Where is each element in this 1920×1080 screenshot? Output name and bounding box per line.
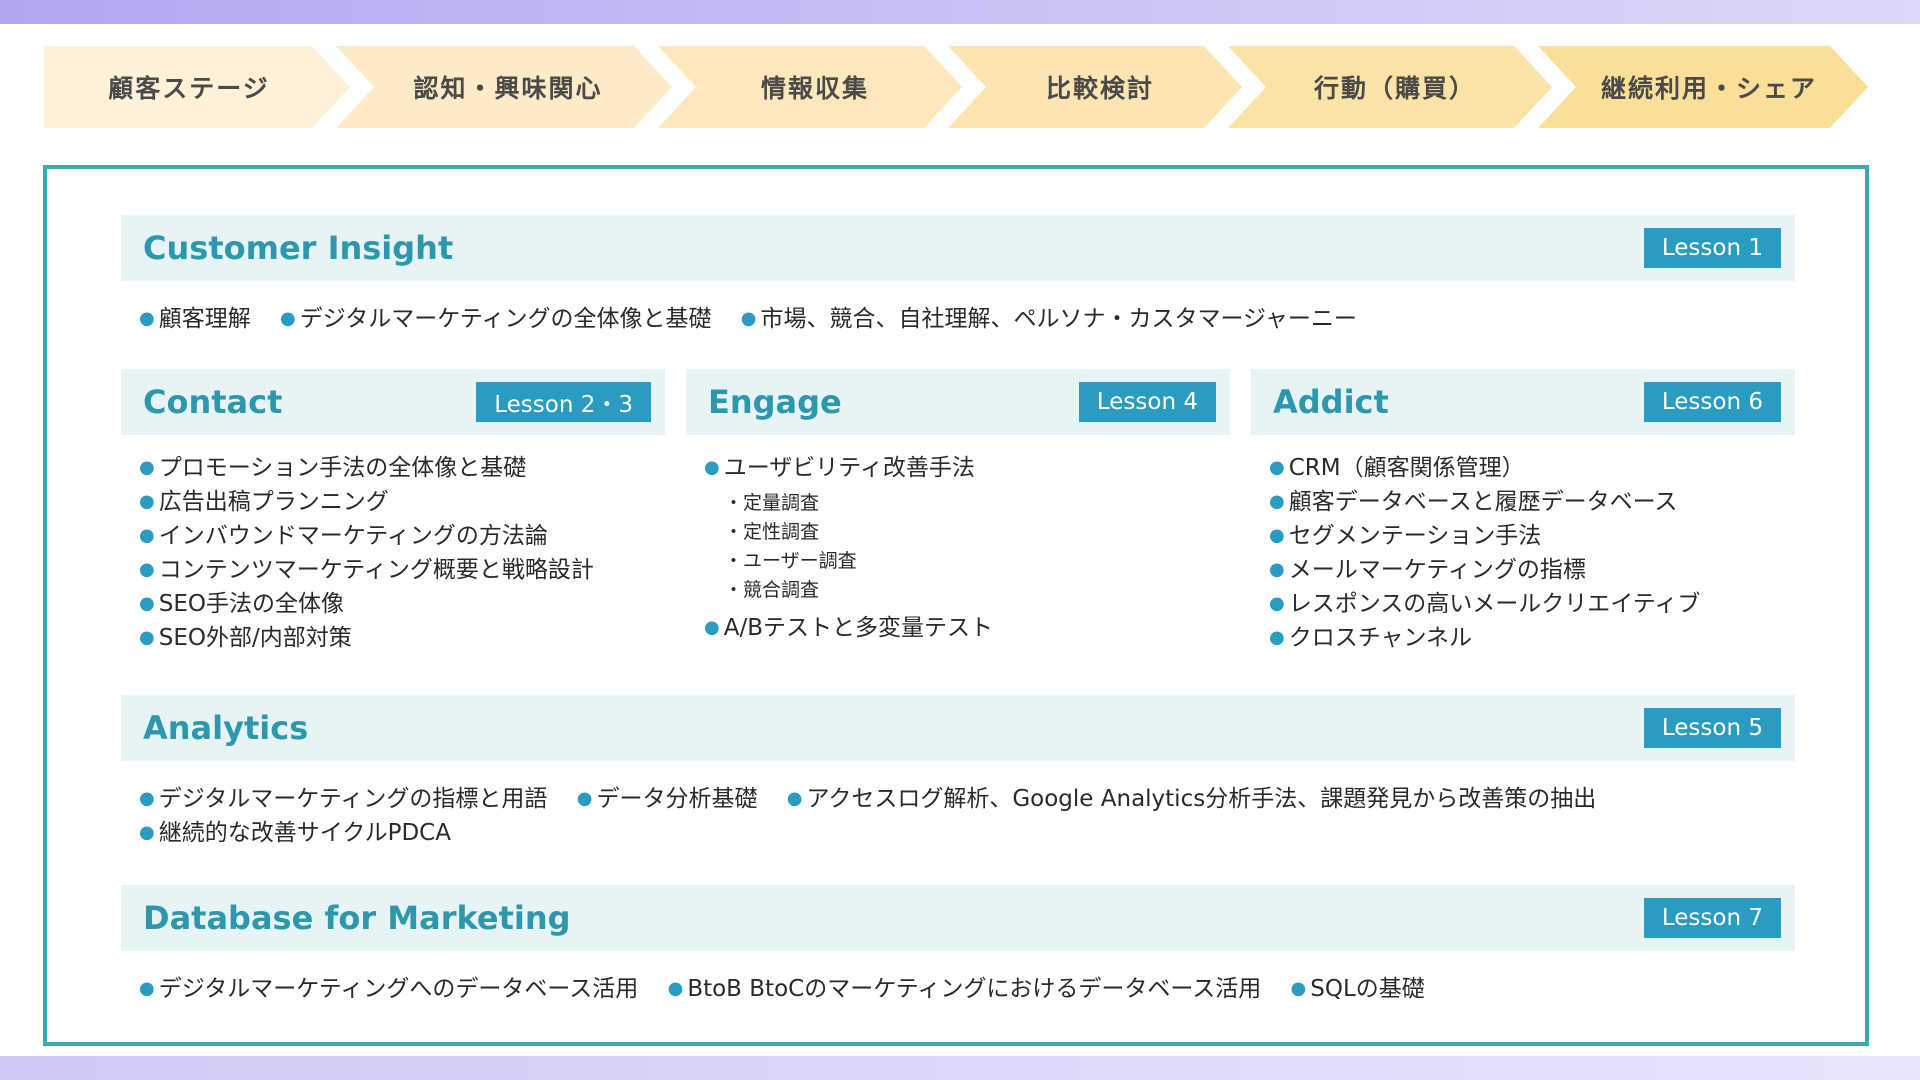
- section-title: Engage: [708, 383, 842, 421]
- bullet-dot-icon: ●: [1269, 525, 1285, 546]
- analytics-topics-row-1: ● デジタルマーケティングの指標と用語 ● データ分析基礎 ● アクセスログ解析、Go…: [139, 779, 1618, 813]
- bullet-dot-icon: ●: [139, 525, 155, 546]
- lesson-badge: Lesson 1: [1643, 228, 1781, 268]
- top-gradient-band: [0, 0, 1920, 24]
- section-title: Database for Marketing: [143, 899, 571, 937]
- topic-item: ● 市場、競合、自社理解、ペルソナ・カスタマージャーニー: [740, 306, 1357, 332]
- bullet-dot-icon: ●: [139, 559, 155, 580]
- customer-stage-bar: 顧客ステージ 認知・興味関心 情報収集 比較検討 行動（購買） 継続利用・シェア: [44, 46, 1868, 128]
- topic-item: ● デジタルマーケティングの全体像と基礎: [280, 306, 712, 332]
- section-title: Customer Insight: [143, 229, 454, 267]
- list-item: ● セグメンテーション手法: [1269, 523, 1542, 549]
- bullet-dot-icon: ●: [667, 978, 684, 999]
- section-title: Contact: [143, 383, 283, 421]
- section-title: Addict: [1273, 383, 1389, 421]
- topic-item: ● 継続的な改善サイクルPDCA: [139, 820, 451, 846]
- bullet-dot-icon: ●: [139, 593, 155, 614]
- contact-topic-list: ● プロモーション手法の全体像と基礎 ● 広告出稿プランニング ● インバウンドマーケ…: [139, 451, 594, 655]
- bullet-dot-icon: ●: [1290, 978, 1307, 999]
- lesson-badge: Lesson 4: [1078, 382, 1216, 422]
- stage-label-awareness: 認知・興味関心: [413, 74, 603, 103]
- stage-label-customer-stage: 顧客ステージ: [108, 74, 270, 103]
- bullet-dot-icon: ●: [1269, 559, 1285, 580]
- lesson-badge: Lesson 2・3: [476, 382, 651, 422]
- bullet-dot-icon: ●: [576, 788, 593, 809]
- list-item: ● レスポンスの高いメールクリエイティブ: [1269, 591, 1701, 617]
- stage-label-action-purchase: 行動（購買）: [1313, 74, 1476, 103]
- topic-item: ● 顧客理解: [139, 306, 251, 332]
- curriculum-panel: Customer Insight Lesson 1 ● 顧客理解 ● デジタルマーケ…: [43, 165, 1869, 1046]
- bullet-dot-icon: ●: [1269, 491, 1285, 512]
- list-item: ● A/Bテストと多変量テスト: [704, 615, 993, 641]
- sub-list-item: ・定性調査: [724, 521, 820, 543]
- bullet-dot-icon: ●: [704, 617, 720, 638]
- list-item: ● メールマーケティングの指標: [1269, 557, 1586, 583]
- bullet-dot-icon: ●: [139, 491, 155, 512]
- lesson-badge: Lesson 6: [1643, 382, 1781, 422]
- bullet-dot-icon: ●: [704, 457, 720, 478]
- list-item: ● 顧客データベースと履歴データベース: [1269, 489, 1678, 515]
- section-header-engage: Engage Lesson 4: [686, 369, 1230, 435]
- lesson-badge: Lesson 7: [1643, 898, 1781, 938]
- list-item: ● プロモーション手法の全体像と基礎: [139, 455, 527, 481]
- topic-item: ● デジタルマーケティングの指標と用語: [139, 786, 548, 812]
- bullet-dot-icon: ●: [1269, 627, 1285, 648]
- sub-list-container: ・定量調査 ・定性調査 ・ユーザー調査 ・競合調査: [704, 489, 993, 605]
- list-item: ● CRM（顧客関係管理）: [1269, 455, 1525, 481]
- stage-label-continued-use-share: 継続利用・シェア: [1600, 74, 1817, 103]
- engage-subtopic-list: ・定量調査 ・定性調査 ・ユーザー調査 ・競合調査: [724, 489, 993, 605]
- section-header-addict: Addict Lesson 6: [1251, 369, 1795, 435]
- list-item: ● 広告出稿プランニング: [139, 489, 389, 515]
- bullet-dot-icon: ●: [740, 308, 757, 329]
- bullet-dot-icon: ●: [139, 457, 155, 478]
- customer-insight-topics: ● 顧客理解 ● デジタルマーケティングの全体像と基礎 ● 市場、競合、自社理解、ペル…: [139, 299, 1379, 333]
- section-title: Analytics: [143, 709, 309, 747]
- bullet-dot-icon: ●: [280, 308, 296, 329]
- bullet-dot-icon: ●: [786, 788, 803, 809]
- bullet-dot-icon: ●: [139, 627, 155, 648]
- topic-item: ● アクセスログ解析、Google Analytics分析手法、課題発見から改善策…: [786, 786, 1597, 812]
- list-item: ● SEO外部/内部対策: [139, 625, 352, 651]
- engage-topic-list: ● ユーザビリティ改善手法 ・定量調査 ・定性調査 ・ユーザー調査 ・競合調査 ●…: [704, 451, 993, 645]
- list-item: ● クロスチャンネル: [1269, 625, 1473, 651]
- analytics-topics-row-2: ● 継続的な改善サイクルPDCA: [139, 813, 473, 847]
- sub-list-item: ・定量調査: [724, 492, 820, 514]
- addict-topic-list: ● CRM（顧客関係管理） ● 顧客データベースと履歴データベース ● セグメンテーシ…: [1269, 451, 1700, 655]
- section-header-contact: Contact Lesson 2・3: [121, 369, 665, 435]
- list-item: ● コンテンツマーケティング概要と戦略設計: [139, 557, 594, 583]
- topic-item: ● デジタルマーケティングへのデータベース活用: [139, 976, 639, 1002]
- topic-item: ● データ分析基礎: [576, 786, 758, 812]
- stage-label-comparison: 比較検討: [1045, 74, 1154, 103]
- list-item: ● SEO手法の全体像: [139, 591, 344, 617]
- lesson-badge: Lesson 5: [1643, 708, 1781, 748]
- section-header-database-for-marketing: Database for Marketing Lesson 7: [121, 885, 1795, 951]
- section-header-analytics: Analytics Lesson 5: [121, 695, 1795, 761]
- topic-item: ● BtoB BtoCのマーケティングにおけるデータベース活用: [667, 976, 1262, 1002]
- bottom-gradient-band: [0, 1056, 1920, 1080]
- list-item: ● ユーザビリティ改善手法: [704, 455, 975, 481]
- stage-label-information-gathering: 情報収集: [760, 74, 869, 103]
- bullet-dot-icon: ●: [139, 822, 155, 843]
- bullet-dot-icon: ●: [1269, 457, 1285, 478]
- bullet-dot-icon: ●: [139, 788, 155, 809]
- sub-list-item: ・ユーザー調査: [724, 550, 857, 572]
- sub-list-item: ・競合調査: [724, 579, 820, 601]
- topic-item: ● SQLの基礎: [1290, 976, 1425, 1002]
- database-topics: ● デジタルマーケティングへのデータベース活用 ● BtoB BtoCのマーケティン…: [139, 969, 1447, 1003]
- bullet-dot-icon: ●: [139, 308, 155, 329]
- list-item: ● インバウンドマーケティングの方法論: [139, 523, 548, 549]
- bullet-dot-icon: ●: [1269, 593, 1285, 614]
- bullet-dot-icon: ●: [139, 978, 155, 999]
- section-header-customer-insight: Customer Insight Lesson 1: [121, 215, 1795, 281]
